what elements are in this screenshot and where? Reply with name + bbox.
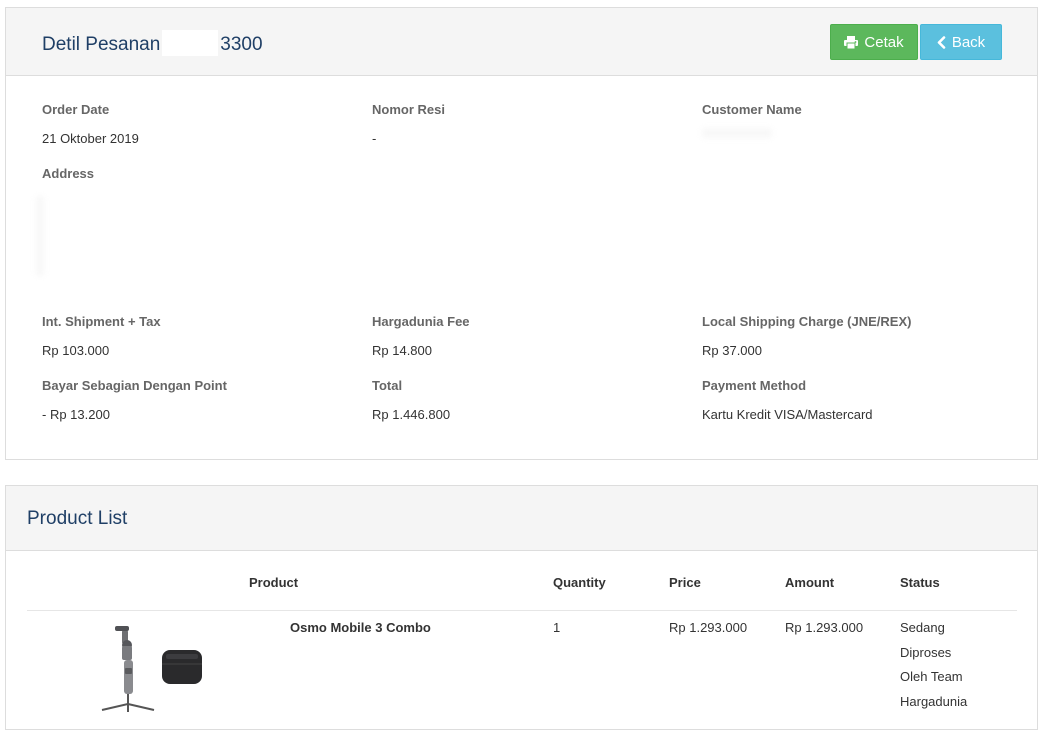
table-header-divider [27, 610, 1017, 611]
print-label: Cetak [864, 33, 904, 51]
total-value: Rp 1.446.800 [372, 407, 451, 422]
order-date-value: 21 Oktober 2019 [42, 131, 139, 146]
back-button[interactable]: Back [920, 24, 1002, 60]
redacted-order-number [162, 30, 219, 56]
column-header-status: Status [900, 575, 940, 590]
column-header-product: Product [249, 575, 299, 590]
title-prefix: Detil Pesanan [42, 34, 161, 55]
status-line: Sedang [900, 620, 945, 635]
page-title: Detil Pesanan 3300 [42, 30, 263, 56]
local-shipping-label: Local Shipping Charge (JNE/REX) [702, 314, 912, 329]
int-shipment-label: Int. Shipment + Tax [42, 314, 161, 329]
product-amount: Rp 1.293.000 [785, 620, 864, 635]
chevron-left-icon [937, 35, 946, 49]
column-header-amount: Amount [785, 575, 835, 590]
hargadunia-fee-label: Hargadunia Fee [372, 314, 470, 329]
product-list-title: Product List [27, 508, 128, 529]
customer-name-label: Customer Name [702, 102, 802, 117]
column-header-price: Price [669, 575, 701, 590]
total-label: Total [372, 378, 403, 393]
product-list-header: Product List [6, 486, 1037, 551]
print-button[interactable]: Cetak [830, 24, 918, 60]
status-line: Oleh Team [900, 669, 963, 684]
payment-method-label: Payment Method [702, 378, 807, 393]
hargadunia-fee-value: Rp 14.800 [372, 343, 432, 358]
points-value: - Rp 13.200 [42, 407, 110, 422]
redacted-address [36, 196, 44, 276]
order-date-label: Order Date [42, 102, 110, 117]
product-image [70, 620, 230, 716]
redacted-customer-name [702, 128, 772, 138]
payment-method-value: Kartu Kredit VISA/Mastercard [702, 407, 873, 422]
product-quantity: 1 [553, 620, 561, 635]
product-name: Osmo Mobile 3 Combo [290, 620, 431, 635]
local-shipping-value: Rp 37.000 [702, 343, 762, 358]
product-status: Sedang Diproses Oleh Team Hargadunia [900, 616, 967, 714]
column-header-quantity: Quantity [553, 575, 606, 590]
status-line: Hargadunia [900, 693, 968, 709]
nomor-resi-value: - [372, 131, 377, 146]
status-line: Diproses [900, 644, 952, 660]
points-label: Bayar Sebagian Dengan Point [42, 378, 227, 393]
printer-icon [844, 35, 859, 49]
address-label: Address [42, 166, 95, 181]
back-label: Back [951, 33, 986, 51]
order-detail-header: Detil Pesanan 3300 Cetak Back [6, 8, 1037, 76]
title-suffix: 3300 [220, 34, 263, 55]
nomor-resi-label: Nomor Resi [372, 102, 445, 117]
int-shipment-value: Rp 103.000 [42, 343, 110, 358]
product-price: Rp 1.293.000 [669, 620, 748, 635]
